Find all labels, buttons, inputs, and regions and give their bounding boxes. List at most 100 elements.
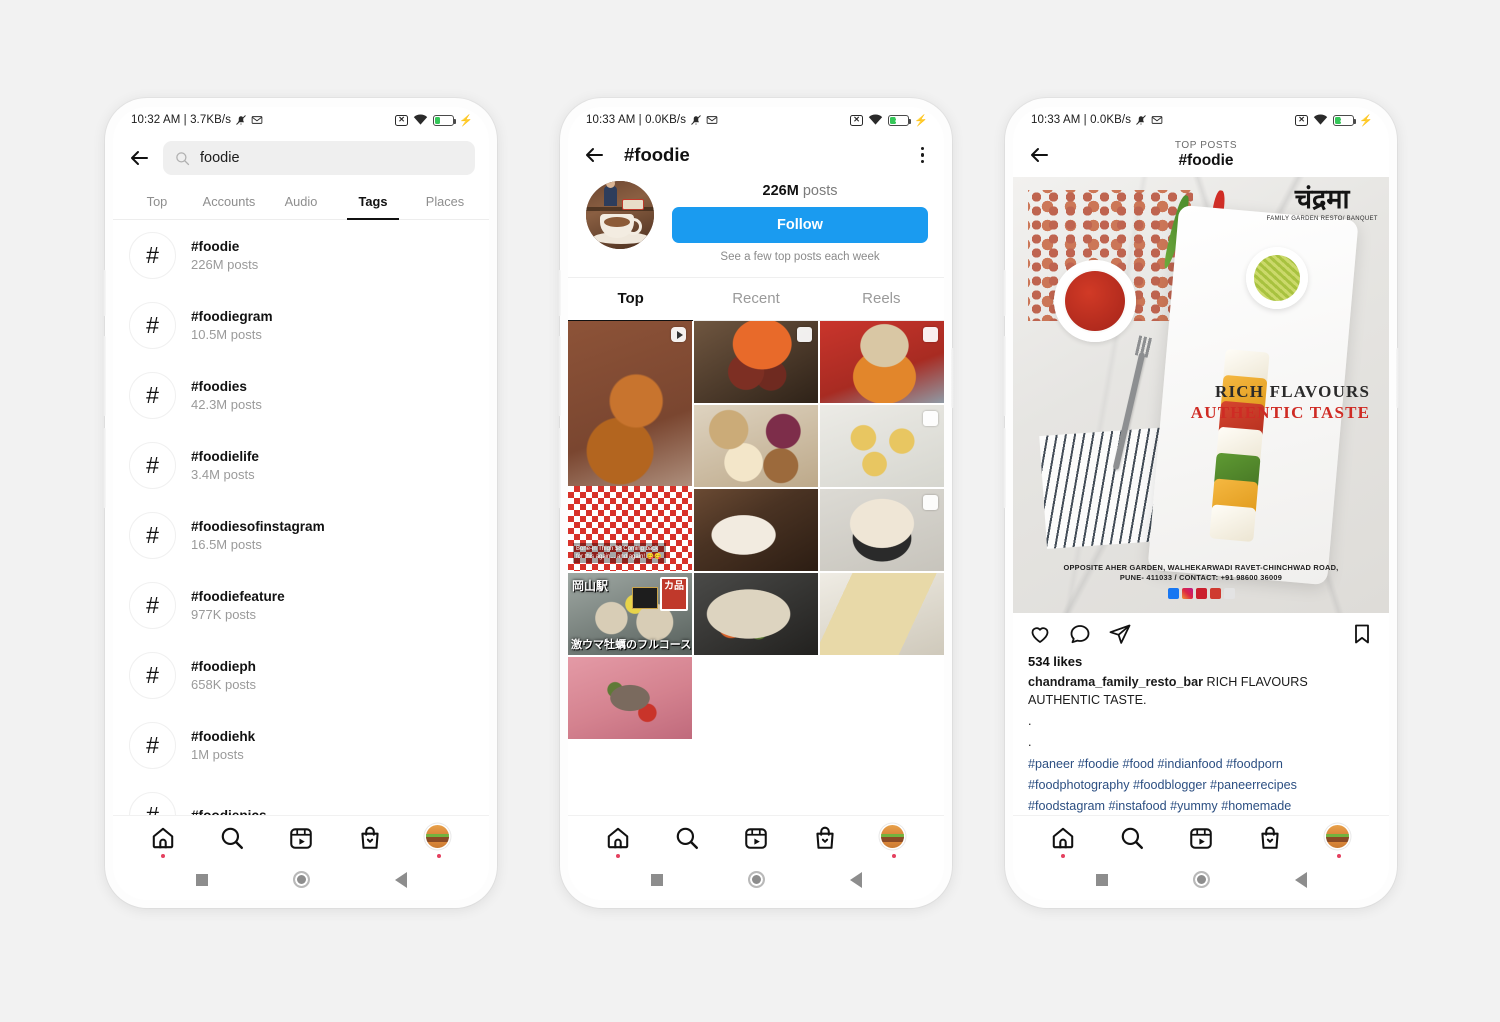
notification-dot [1061,854,1066,858]
status-time-rate: 10:33 AM | 0.0KB/s [1031,114,1132,126]
home-icon[interactable] [1050,825,1076,858]
grid-cell[interactable] [694,321,818,403]
tag-name: #foodie [191,238,240,254]
reels-icon[interactable] [1188,825,1214,851]
tab-recent[interactable]: Recent [693,278,818,320]
tab-tags[interactable]: Tags [337,185,409,220]
google-icon [1223,588,1235,600]
profile-avatar-burger-icon[interactable] [425,825,452,858]
profile-avatar-burger-icon[interactable] [880,825,907,858]
home-icon[interactable] [150,825,176,858]
search-input[interactable]: foodie [163,141,475,175]
tag-results-list[interactable]: # #foodie 226M posts # #foodiegram 10.5M… [113,220,489,815]
hashtag-icon: # [129,791,176,815]
back-icon[interactable] [582,143,606,167]
phone-power-button[interactable] [951,348,954,408]
shop-icon[interactable] [357,825,383,851]
hashtag-icon: # [129,651,176,699]
phone-volume-up-button[interactable] [103,336,106,416]
search-icon[interactable] [1119,825,1145,851]
tab-top[interactable]: Top [121,185,193,219]
back-triangle-icon[interactable] [849,871,862,888]
phone2-screen: 10:33 AM | 0.0KB/s ✕ 32 ⚡ #foodie 226M p… [568,107,944,900]
system-nav [1013,861,1389,900]
grid-cell[interactable]: 岡山駅 カ品 激ウマ牡蠣のフルコース [568,573,692,655]
search-icon[interactable] [219,825,245,851]
profile-avatar-burger-icon[interactable] [1325,825,1352,858]
tab-reels[interactable]: Reels [819,278,944,320]
back-icon[interactable] [1027,143,1051,167]
grid-cell-video[interactable]: Bone-in Thigh $8 Coming back for this ag… [568,321,692,571]
hashtag-profile-row: 226M posts Follow See a few top posts ea… [568,179,944,278]
phone3-screen: 10:33 AM | 0.0KB/s ✕ 32 ⚡ TOP POSTS #foo… [1013,107,1389,900]
back-icon[interactable] [127,146,151,170]
home-circle-icon[interactable] [747,871,765,888]
list-item[interactable]: # #foodielife 3.4M posts [113,430,489,500]
grid-cell[interactable] [820,573,944,655]
home-circle-icon[interactable] [1192,871,1210,888]
reels-icon[interactable] [288,825,314,851]
shop-icon[interactable] [1257,825,1283,851]
list-item[interactable]: # #foodiepics [113,780,489,815]
notification-dot [161,854,166,858]
recents-square-icon[interactable] [1095,873,1108,886]
recents-square-icon[interactable] [195,873,208,886]
phone-volume-down-button[interactable] [1003,428,1006,508]
list-item[interactable]: # #foodiefeature 977K posts [113,570,489,640]
tab-audio[interactable]: Audio [265,185,337,219]
caption-hashtags-line-1[interactable]: #paneer #foodie #food #indianfood #foodp… [1013,752,1389,773]
hashtag-icon: # [129,441,176,489]
caption-username[interactable]: chandrama_family_resto_bar [1028,675,1203,689]
grid-cell[interactable] [820,321,944,403]
caption-hashtags-line-2[interactable]: #foodphotography #foodblogger #paneerrec… [1013,773,1389,794]
page-title: #foodie [624,144,690,165]
list-item[interactable]: # #foodiesofinstagram 16.5M posts [113,500,489,570]
list-item[interactable]: # #foodie 226M posts [113,220,489,290]
post-image[interactable]: चंद्रमा FAMILY GARDEN RESTO/ BANQUET RIC… [1013,177,1389,614]
phone-volume-up-button[interactable] [558,336,561,416]
like-icon[interactable] [1028,622,1052,646]
caption-hashtags-line-3[interactable]: #foodstagram #instafood #yummy #homemade [1013,794,1389,815]
tab-accounts[interactable]: Accounts [193,185,265,219]
phone-side-button[interactable] [1003,270,1006,316]
phone-power-button[interactable] [1396,348,1399,408]
recents-square-icon[interactable] [650,873,663,886]
share-icon[interactable] [1108,622,1132,646]
list-item[interactable]: # #foodieph 658K posts [113,640,489,710]
phone-volume-up-button[interactable] [1003,336,1006,416]
home-icon[interactable] [605,825,631,858]
post-grid[interactable]: Bone-in Thigh $8 Coming back for this ag… [568,321,944,815]
shop-icon[interactable] [812,825,838,851]
follow-button[interactable]: Follow [672,207,928,243]
search-icon[interactable] [674,825,700,851]
hashtag-header: #foodie [568,133,944,179]
list-item[interactable]: # #foodiegram 10.5M posts [113,290,489,360]
more-options-icon[interactable] [917,145,928,165]
save-icon[interactable] [1350,622,1374,646]
reels-icon[interactable] [743,825,769,851]
tab-places[interactable]: Places [409,185,481,219]
tag-post-count: 42.3M posts [191,396,262,412]
grid-cell[interactable] [568,657,692,739]
zomato-icon [1195,588,1207,600]
back-triangle-icon[interactable] [1294,871,1307,888]
phone-side-button[interactable] [103,270,106,316]
back-triangle-icon[interactable] [394,871,407,888]
comment-icon[interactable] [1068,622,1092,646]
phone-volume-down-button[interactable] [558,428,561,508]
phone-volume-down-button[interactable] [103,428,106,508]
grid-cell[interactable] [820,489,944,571]
search-tabs: Top Accounts Audio Tags Places [113,185,489,220]
status-bar: 10:32 AM | 3.7KB/s ✕ 31 ⚡ [113,107,489,133]
hashtag-avatar[interactable] [586,181,654,249]
list-item[interactable]: # #foodies 42.3M posts [113,360,489,430]
grid-cell[interactable] [694,405,818,487]
hashtag-icon: # [129,581,176,629]
grid-cell[interactable] [694,573,818,655]
list-item[interactable]: # #foodiehk 1M posts [113,710,489,780]
grid-cell[interactable] [694,489,818,571]
phone-side-button[interactable] [558,270,561,316]
grid-cell[interactable] [820,405,944,487]
home-circle-icon[interactable] [292,871,310,888]
tab-top[interactable]: Top [568,278,694,321]
